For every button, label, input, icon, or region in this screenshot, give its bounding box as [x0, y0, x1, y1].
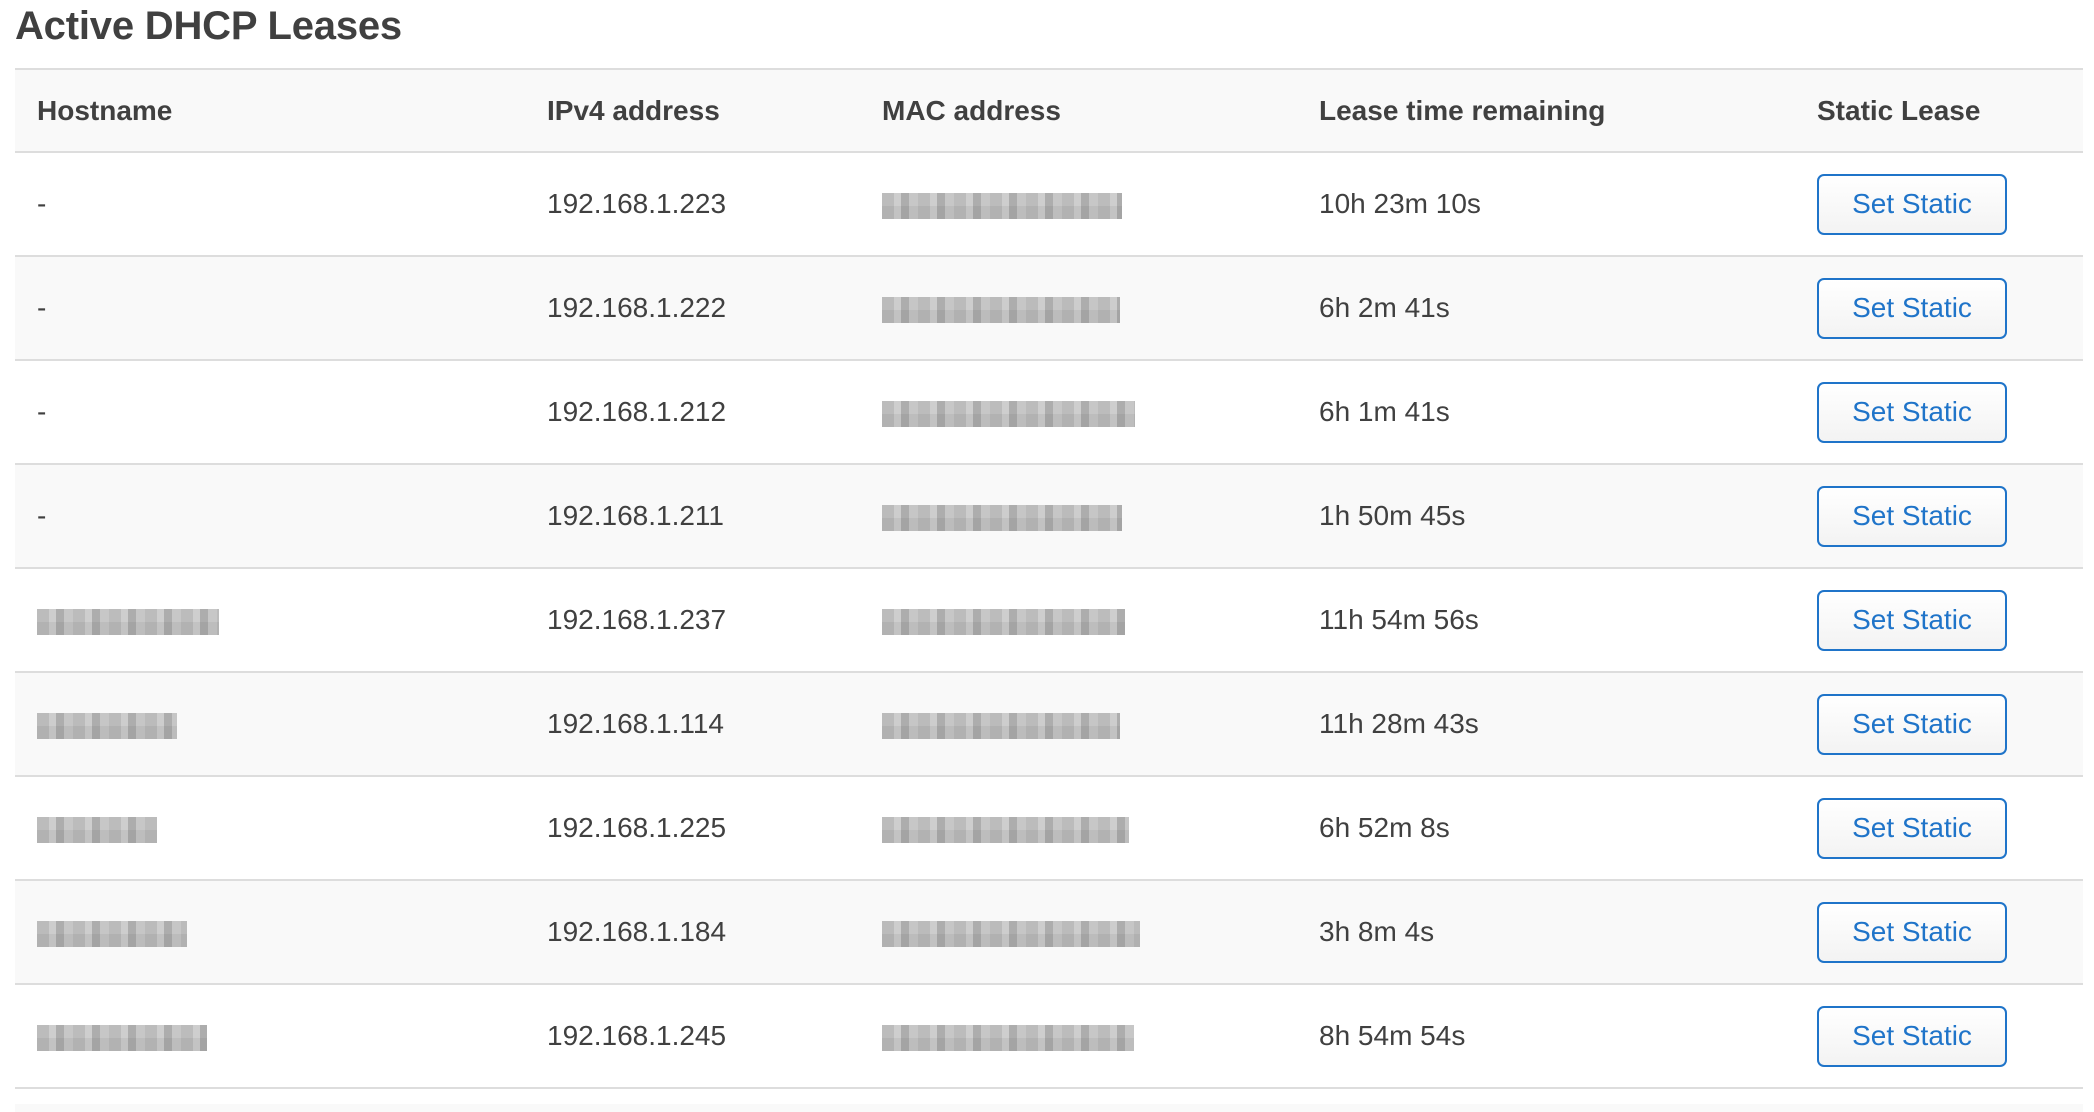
mac-cell: [882, 880, 1319, 984]
hostname-cell: -: [15, 256, 547, 360]
redacted-mac-address: [882, 192, 1122, 219]
ipv4-cell: 192.168.1.225: [547, 812, 727, 843]
hostname-cell: [15, 672, 547, 776]
table-row: 192.168.1.245 8h 54m 54s Set Static: [15, 984, 2083, 1088]
column-header-hostname: Hostname: [15, 68, 547, 153]
hostname-text: -: [37, 292, 47, 323]
static-lease-cell: Set Static: [1817, 984, 2083, 1088]
redacted-mac-address: [882, 608, 1125, 635]
static-lease-cell: Set Static: [1817, 672, 2083, 776]
table-row: 192.168.1.237 11h 54m 56s Set Static: [15, 568, 2083, 672]
mac-cell: [882, 360, 1319, 464]
set-static-button[interactable]: Set Static: [1817, 173, 2007, 235]
redacted-hostname: [37, 608, 219, 635]
set-static-button[interactable]: Set Static: [1817, 589, 2007, 651]
ipv4-cell: 192.168.1.114: [547, 708, 724, 739]
redacted-mac-address: [882, 400, 1135, 427]
static-lease-cell: Set Static: [1817, 568, 2083, 672]
ipv4-cell: 192.168.1.222: [547, 292, 727, 323]
hostname-cell: [15, 880, 547, 984]
table-body: - 192.168.1.223 10h 23m 10s Set Static -…: [15, 152, 2083, 1088]
lease-time-cell: 10h 23m 10s: [1319, 188, 1481, 219]
lease-time-cell: 8h 54m 54s: [1319, 1020, 1466, 1051]
hostname-cell: -: [15, 464, 547, 568]
mac-cell: [882, 256, 1319, 360]
set-static-button[interactable]: Set Static: [1817, 381, 2007, 443]
mac-cell: [882, 984, 1319, 1088]
redacted-hostname: [37, 920, 187, 947]
mac-cell: [882, 568, 1319, 672]
redacted-mac-address: [882, 504, 1122, 531]
ipv4-cell: 192.168.1.237: [547, 604, 727, 635]
lease-time-cell: 6h 1m 41s: [1319, 396, 1450, 427]
static-lease-cell: Set Static: [1817, 776, 2083, 880]
mac-cell: [882, 464, 1319, 568]
mac-cell: [882, 152, 1319, 256]
table-row: - 192.168.1.223 10h 23m 10s Set Static: [15, 152, 2083, 256]
set-static-button[interactable]: Set Static: [1817, 693, 2007, 755]
ipv4-cell: 192.168.1.223: [547, 188, 727, 219]
set-static-button[interactable]: Set Static: [1817, 277, 2007, 339]
hostname-cell: [15, 568, 547, 672]
hostname-cell: -: [15, 360, 547, 464]
lease-time-cell: 1h 50m 45s: [1319, 500, 1466, 531]
table-row: - 192.168.1.212 6h 1m 41s Set Static: [15, 360, 2083, 464]
hostname-text: -: [37, 396, 47, 427]
redacted-mac-address: [882, 920, 1140, 947]
set-static-button[interactable]: Set Static: [1817, 1005, 2007, 1067]
table-row: - 192.168.1.211 1h 50m 45s Set Static: [15, 464, 2083, 568]
hostname-cell: -: [15, 152, 547, 256]
redacted-hostname: [37, 712, 177, 739]
set-static-button[interactable]: Set Static: [1817, 485, 2007, 547]
static-lease-cell: Set Static: [1817, 152, 2083, 256]
table-header: Hostname IPv4 address MAC address Lease …: [15, 68, 2083, 153]
table-row: 192.168.1.114 11h 28m 43s Set Static: [15, 672, 2083, 776]
set-static-button[interactable]: Set Static: [1817, 797, 2007, 859]
ipv4-cell: 192.168.1.245: [547, 1020, 727, 1051]
redacted-mac-address: [882, 712, 1120, 739]
lease-time-cell: 6h 2m 41s: [1319, 292, 1450, 323]
set-static-button[interactable]: Set Static: [1817, 901, 2007, 963]
hostname-cell: [15, 776, 547, 880]
static-lease-cell: Set Static: [1817, 464, 2083, 568]
mac-cell: [882, 672, 1319, 776]
redacted-hostname: [37, 1024, 207, 1051]
column-header-static-lease: Static Lease: [1817, 68, 2083, 153]
hostname-text: -: [37, 500, 47, 531]
lease-time-cell: 11h 28m 43s: [1319, 708, 1479, 739]
lease-time-cell: 11h 54m 56s: [1319, 604, 1479, 635]
static-lease-cell: Set Static: [1817, 880, 2083, 984]
static-lease-cell: Set Static: [1817, 360, 2083, 464]
static-lease-cell: Set Static: [1817, 256, 2083, 360]
table-header-row: Hostname IPv4 address MAC address Lease …: [15, 68, 2083, 153]
ipv4-cell: 192.168.1.211: [547, 500, 724, 531]
hostname-text: -: [37, 188, 47, 219]
hostname-cell: [15, 984, 547, 1088]
redacted-mac-address: [882, 296, 1120, 323]
lease-time-cell: 3h 8m 4s: [1319, 916, 1435, 947]
table-row: 192.168.1.184 3h 8m 4s Set Static: [15, 880, 2083, 984]
redacted-mac-address: [882, 1024, 1134, 1051]
mac-cell: [882, 776, 1319, 880]
ipv4-cell: 192.168.1.184: [547, 916, 727, 947]
page-title: Active DHCP Leases: [15, 4, 402, 48]
lease-time-cell: 6h 52m 8s: [1319, 812, 1450, 843]
column-header-lease-time: Lease time remaining: [1319, 68, 1817, 153]
redacted-mac-address: [882, 816, 1129, 843]
table-row-partial: [15, 1104, 2083, 1112]
column-header-ipv4: IPv4 address: [547, 68, 882, 153]
table-row: 192.168.1.225 6h 52m 8s Set Static: [15, 776, 2083, 880]
dhcp-leases-table: Hostname IPv4 address MAC address Lease …: [15, 68, 2083, 1089]
ipv4-cell: 192.168.1.212: [547, 396, 727, 427]
table-row: - 192.168.1.222 6h 2m 41s Set Static: [15, 256, 2083, 360]
column-header-mac: MAC address: [882, 68, 1319, 153]
redacted-hostname: [37, 816, 157, 843]
